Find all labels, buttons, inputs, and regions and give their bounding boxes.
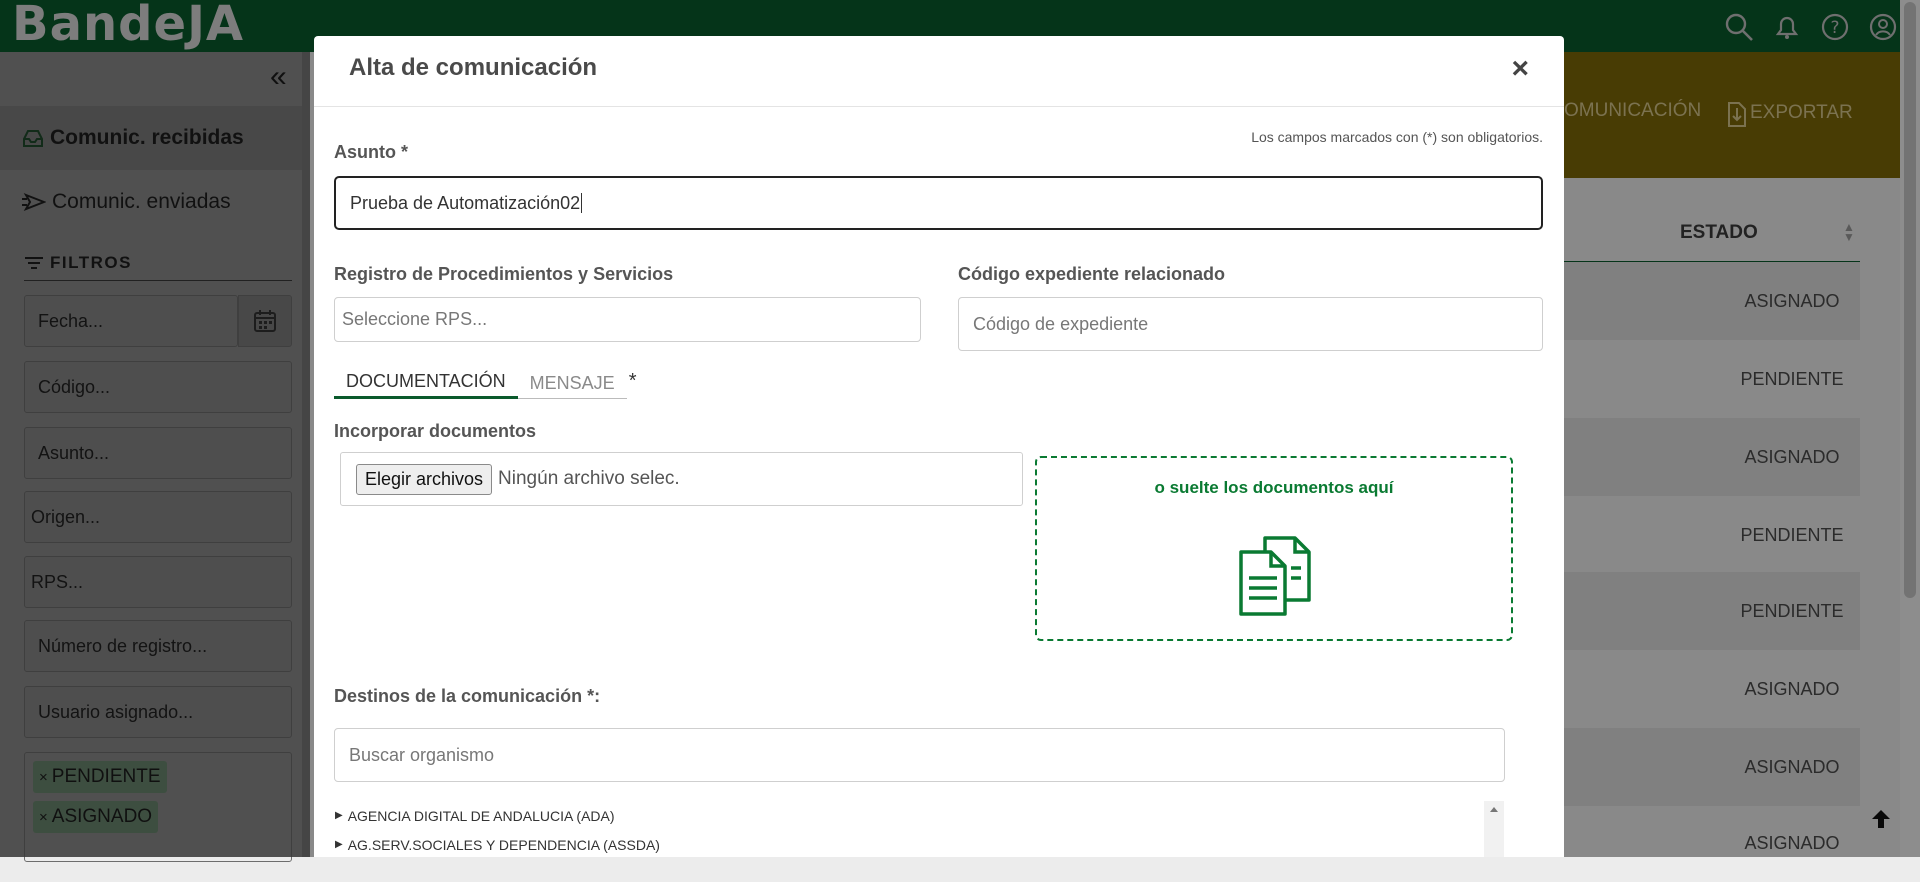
file-input: Elegir archivos Ningún archivo selec. [340, 452, 1023, 506]
documents-label: Incorporar documentos [334, 421, 537, 441]
expand-icon[interactable]: ▶ [335, 810, 343, 821]
organism-tree: ▶ AGENCIA DIGITAL DE ANDALUCIA (ADA) ▶ A… [334, 801, 1504, 857]
tree-item[interactable]: ▶ AG.SERV.SOCIALES Y DEPENDENCIA (ASSDA) [334, 830, 1504, 857]
text-caret [581, 193, 583, 213]
expediente-input[interactable]: Código de expediente [958, 297, 1543, 351]
tab-documentacion[interactable]: DOCUMENTACIÓN [334, 371, 518, 399]
close-icon[interactable]: × [1511, 52, 1529, 86]
modal-header: Alta de comunicación × [314, 36, 1564, 107]
documents-icon [1237, 534, 1313, 623]
rps-label: Registro de Procedimientos y Servicios [334, 264, 674, 284]
tabs: DOCUMENTACIÓN MENSAJE * [334, 370, 637, 399]
expediente-label: Código expediente relacionado [958, 264, 1226, 284]
subject-input[interactable]: Prueba de Automatización02 [334, 176, 1543, 230]
choose-files-button[interactable]: Elegir archivos [356, 463, 493, 495]
file-status: Ningún archivo selec. [498, 468, 680, 489]
dropzone[interactable]: o suelte los documentos aquí [1035, 456, 1513, 641]
new-communication-modal: Alta de comunicación × Los campos marcad… [314, 36, 1564, 857]
modal-title: Alta de comunicación [349, 54, 598, 81]
tree-scrollbar[interactable] [1484, 801, 1504, 857]
rps-select[interactable]: Seleccione RPS... [334, 297, 921, 342]
expand-icon[interactable]: ▶ [335, 839, 343, 850]
destinations-label: Destinos de la comunicación *: [334, 686, 601, 706]
tab-mensaje[interactable]: MENSAJE [517, 373, 627, 399]
required-marker: * [628, 370, 637, 392]
scroll-up-icon[interactable] [1484, 801, 1504, 817]
organism-search-input[interactable]: Buscar organismo [334, 728, 1505, 782]
tree-item[interactable]: ▶ AGENCIA DIGITAL DE ANDALUCIA (ADA) [334, 801, 1504, 830]
subject-label: Asunto * [334, 142, 408, 162]
required-fields-note: Los campos marcados con (*) son obligato… [1251, 129, 1543, 145]
dropzone-text: o suelte los documentos aquí [1154, 478, 1394, 497]
